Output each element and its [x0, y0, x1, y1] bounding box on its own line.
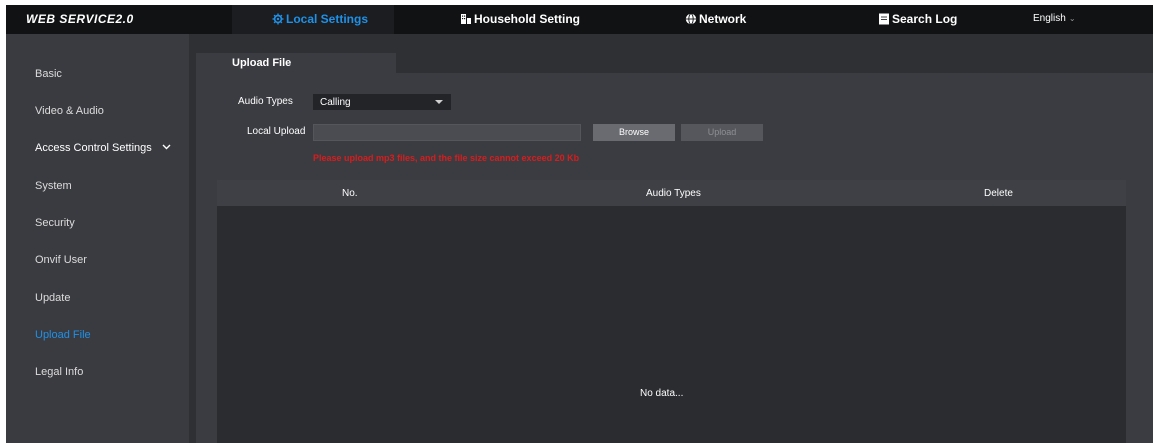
sidebar-section-label: Access Control Settings	[35, 142, 152, 154]
app-frame: WEB SERVICE2.0 Local Settings Household …	[6, 5, 1153, 443]
nav-household-setting[interactable]: Household Setting	[460, 12, 580, 26]
globe-icon	[685, 13, 697, 25]
audio-types-value: Calling	[320, 97, 351, 108]
local-upload-label: Local Upload	[247, 126, 306, 137]
nav-network-label: Network	[699, 12, 747, 26]
sidebar-item-system[interactable]: System	[35, 180, 72, 192]
column-header-audio-types: Audio Types	[646, 188, 701, 199]
empty-table-message: No data...	[640, 388, 684, 399]
document-icon	[879, 13, 889, 25]
nav-search-log-label: Search Log	[892, 12, 958, 26]
sidebar-item-video-audio[interactable]: Video & Audio	[35, 105, 104, 117]
audio-files-table: No. Audio Types Delete No data...	[217, 180, 1126, 443]
dropdown-arrow-icon	[435, 100, 443, 104]
building-icon	[461, 14, 471, 24]
sidebar-item-update[interactable]: Update	[35, 292, 70, 304]
local-upload-field[interactable]	[313, 124, 581, 141]
sidebar-item-upload-file[interactable]: Upload File	[35, 329, 91, 341]
language-selector[interactable]: English ⌄	[1033, 13, 1076, 24]
sidebar-item-basic[interactable]: Basic	[35, 68, 62, 80]
sidebar-item-legal-info[interactable]: Legal Info	[35, 366, 83, 378]
app-logo: WEB SERVICE2.0	[26, 12, 134, 26]
column-header-no: No.	[342, 188, 358, 199]
sidebar	[6, 34, 189, 443]
top-nav-bar: WEB SERVICE2.0 Local Settings Household …	[6, 5, 1153, 34]
nav-local-settings[interactable]: Local Settings	[272, 12, 368, 26]
chevron-down-icon	[162, 144, 171, 150]
table-header: No. Audio Types Delete	[217, 180, 1126, 206]
nav-search-log[interactable]: Search Log	[878, 12, 957, 26]
language-label: English	[1033, 13, 1066, 24]
chevron-down-icon: ⌄	[1068, 14, 1076, 23]
nav-household-setting-label: Household Setting	[474, 12, 580, 26]
browse-button[interactable]: Browse	[593, 124, 675, 141]
upload-button[interactable]: Upload	[681, 124, 763, 141]
column-header-delete: Delete	[984, 188, 1013, 199]
sidebar-item-security[interactable]: Security	[35, 217, 75, 229]
sidebar-item-access-control-settings[interactable]: Access Control Settings	[35, 142, 171, 154]
gear-icon	[272, 13, 284, 25]
audio-types-select[interactable]: Calling	[313, 94, 451, 110]
nav-network[interactable]: Network	[685, 12, 746, 26]
tab-upload-file[interactable]: Upload File	[196, 53, 396, 73]
audio-types-label: Audio Types	[238, 96, 293, 107]
sidebar-item-onvif-user[interactable]: Onvif User	[35, 254, 87, 266]
nav-local-settings-label: Local Settings	[286, 12, 369, 26]
upload-hint: Please upload mp3 files, and the file si…	[313, 153, 580, 163]
